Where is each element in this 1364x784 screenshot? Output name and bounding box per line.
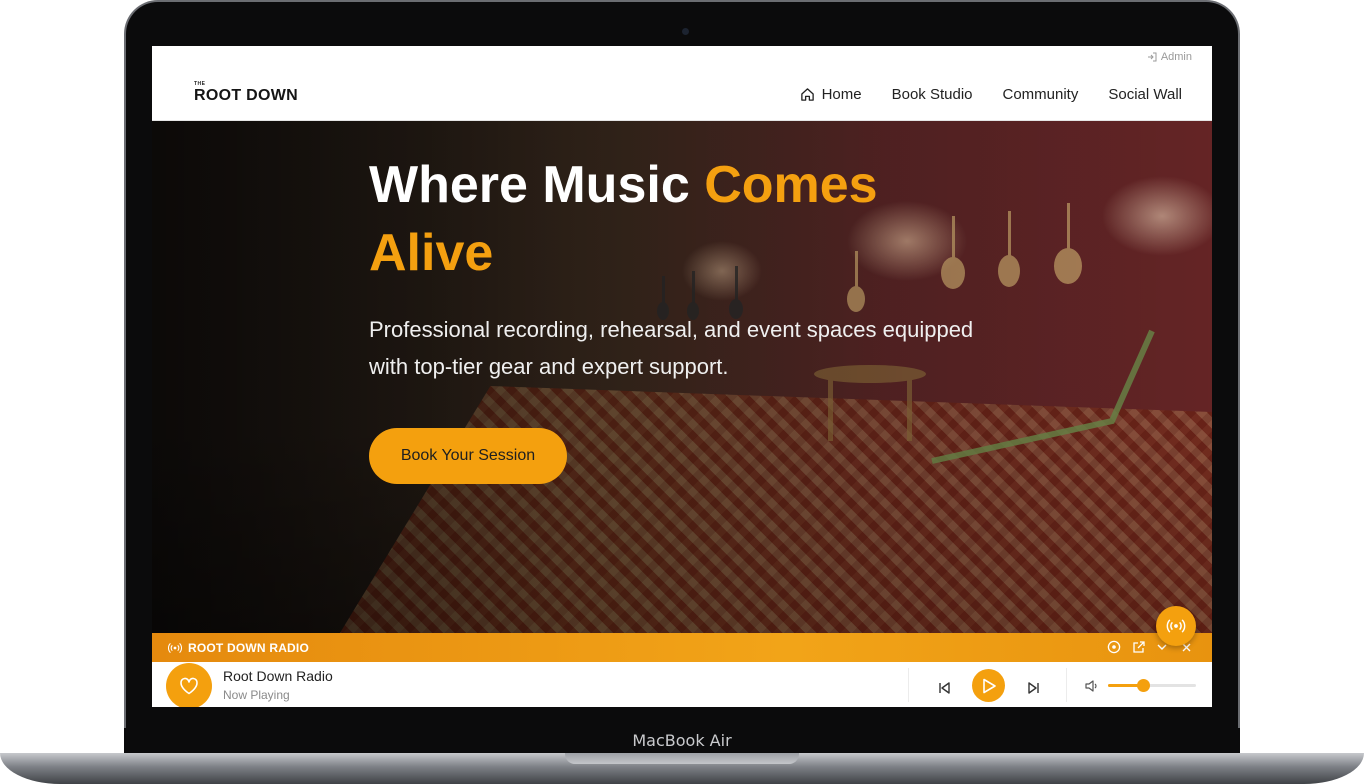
hero-title-accent-2: Alive <box>369 224 494 282</box>
broadcast-icon <box>1166 619 1186 633</box>
site-header: Admin THE ROOT DOWN Home Book Studio Com… <box>152 46 1212 121</box>
hero-title: Where Music Comes Alive <box>369 151 1019 287</box>
player-divider <box>1066 668 1067 702</box>
nav-book-studio[interactable]: Book Studio <box>892 86 973 103</box>
site-logo[interactable]: THE ROOT DOWN <box>194 82 298 105</box>
play-icon <box>982 678 996 693</box>
track-info: Root Down Radio Now Playing <box>223 668 333 702</box>
nav-community-label: Community <box>1002 86 1079 103</box>
hero-title-accent-1: Comes <box>704 156 878 214</box>
track-name: Root Down Radio <box>223 668 333 684</box>
logo-text: ROOT DOWN <box>194 87 299 104</box>
volume-slider[interactable] <box>1108 679 1196 692</box>
player-divider <box>908 668 909 702</box>
radio-popout-button[interactable] <box>1130 639 1146 655</box>
skip-forward-icon <box>1028 682 1039 694</box>
nav-social-wall-label: Social Wall <box>1108 86 1182 103</box>
nav-community[interactable]: Community <box>1003 86 1079 103</box>
radio-bar: ROOT DOWN RADIO <box>152 633 1212 662</box>
radio-player: Root Down Radio Now Playing <box>152 662 1212 707</box>
home-icon <box>800 88 814 101</box>
radio-bar-title: ROOT DOWN RADIO <box>188 640 309 655</box>
login-icon <box>1147 52 1157 62</box>
broadcast-icon <box>168 642 182 653</box>
nav-home[interactable]: Home <box>800 86 862 103</box>
hero-title-plain: Where Music <box>369 156 705 214</box>
admin-label: Admin <box>1160 51 1192 63</box>
main-nav: Home Book Studio Community Social Wall <box>800 86 1182 103</box>
nav-book-studio-label: Book Studio <box>891 86 973 103</box>
volume-icon[interactable] <box>1084 678 1100 694</box>
volume-thumb[interactable] <box>1136 679 1150 692</box>
radio-target-button[interactable] <box>1106 639 1122 655</box>
nav-home-label: Home <box>821 86 862 103</box>
next-button[interactable] <box>1018 672 1050 704</box>
screen: Admin THE ROOT DOWN Home Book Studio Com… <box>152 46 1212 707</box>
radio-fab-button[interactable] <box>1156 606 1196 646</box>
nav-social-wall[interactable]: Social Wall <box>1108 86 1182 103</box>
play-button[interactable] <box>972 669 1005 702</box>
admin-link[interactable]: Admin <box>1147 51 1192 63</box>
previous-button[interactable] <box>928 672 960 704</box>
book-session-button[interactable]: Book Your Session <box>369 428 567 484</box>
camera-icon <box>682 28 689 35</box>
hero-section: Where Music Comes Alive Professional reco… <box>152 121 1212 633</box>
heart-icon <box>180 677 198 695</box>
target-icon <box>1107 640 1121 654</box>
track-status: Now Playing <box>223 688 290 702</box>
hero-subtitle: Professional recording, rehearsal, and e… <box>369 317 974 379</box>
hero-content: Where Music Comes Alive Professional reco… <box>369 151 1019 385</box>
skip-back-icon <box>939 682 950 694</box>
laptop-notch <box>565 753 799 764</box>
favorite-button[interactable] <box>166 663 212 707</box>
device-model-label: MacBook Air <box>632 731 732 750</box>
external-link-icon <box>1132 640 1145 653</box>
